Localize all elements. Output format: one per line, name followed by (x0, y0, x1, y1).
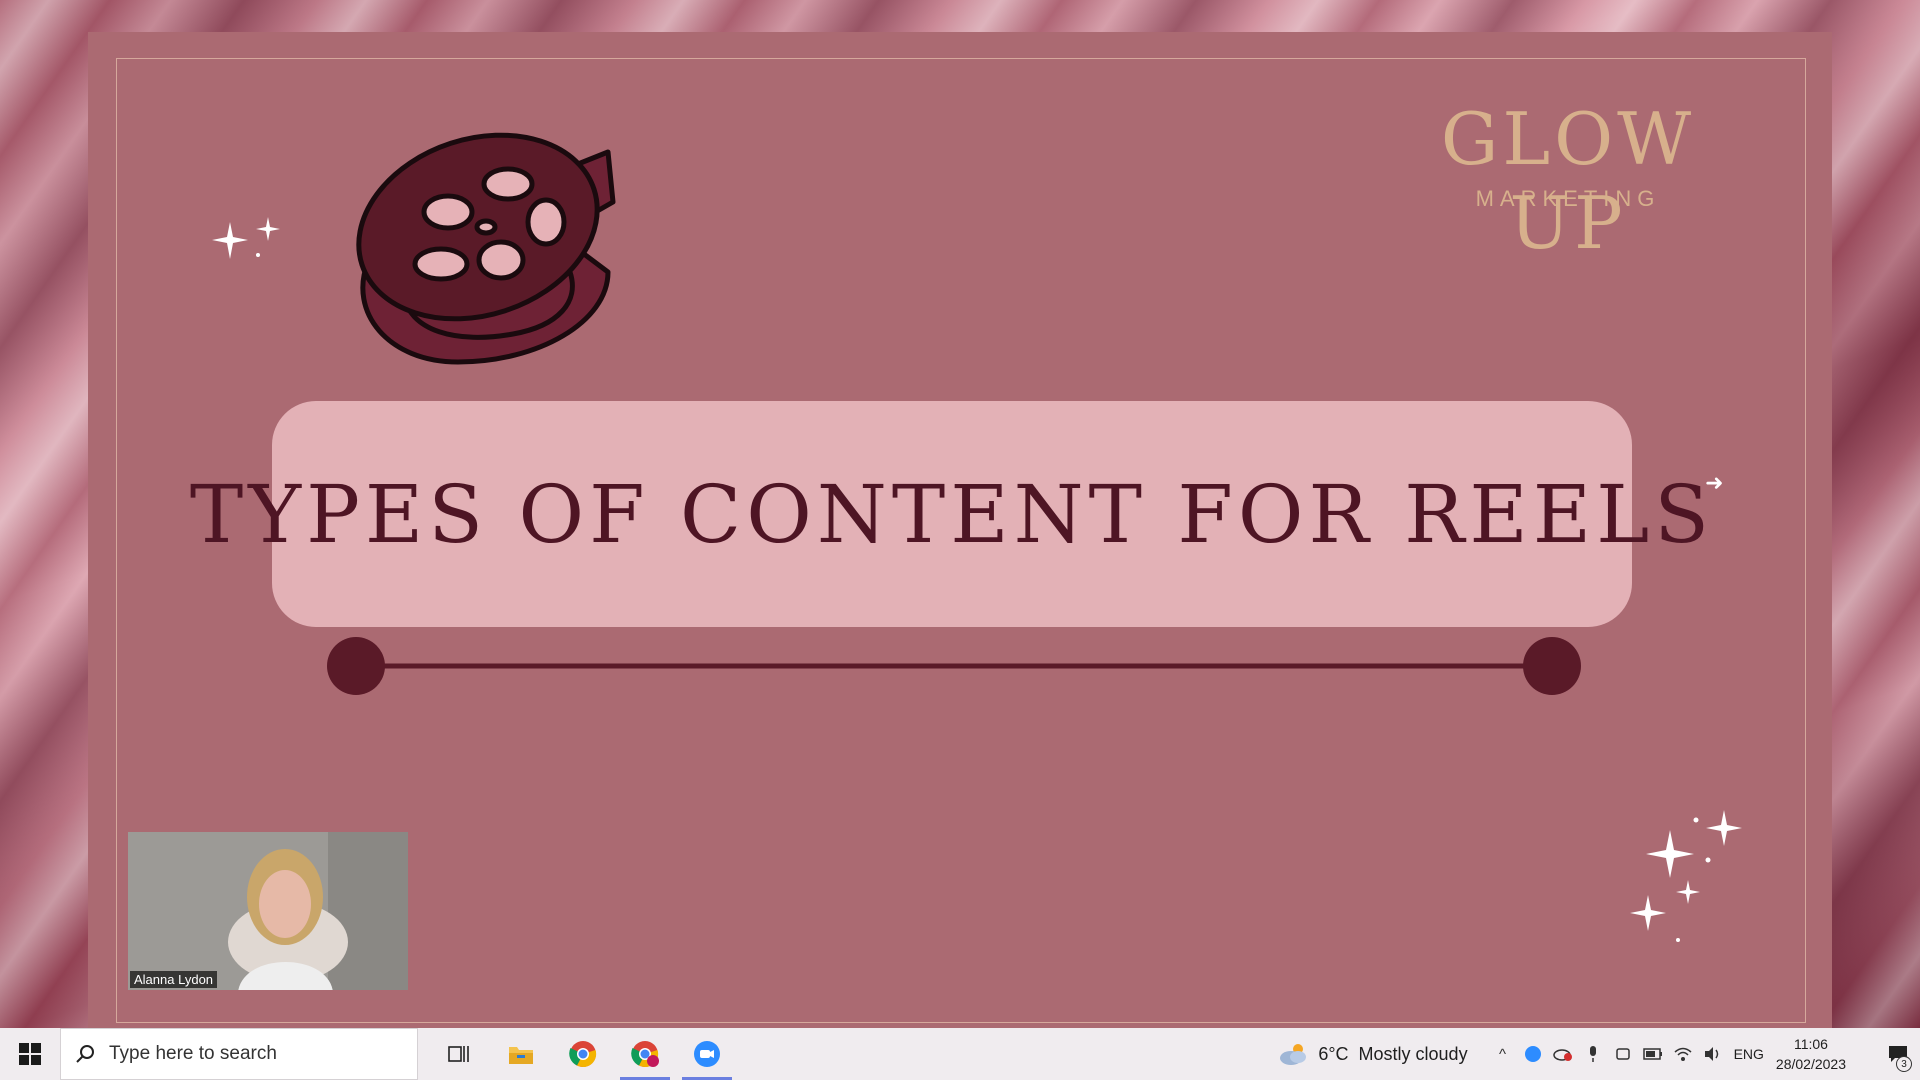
cloud-sync-icon[interactable] (1548, 1028, 1578, 1080)
search-placeholder: Type here to search (109, 1043, 277, 1064)
timeline-connector (327, 637, 1581, 695)
film-reel-icon (356, 132, 616, 365)
participant-avatar (128, 832, 408, 990)
file-explorer-icon (509, 1047, 533, 1064)
file-explorer-button[interactable] (490, 1028, 552, 1080)
clock-date: 28/02/2023 (1775, 1056, 1846, 1072)
notification-count: 3 (1896, 1056, 1912, 1072)
windows-taskbar: Type here to search 6°C Mostly cloudy ^ … (0, 1028, 1920, 1080)
weather-widget[interactable]: 6°C Mostly cloudy (1278, 1041, 1468, 1067)
language-indicator[interactable]: ENG (1734, 1046, 1764, 1062)
cloudy-weather-icon (1280, 1044, 1307, 1065)
taskbar-clock[interactable]: 11:06 28/02/2023 (1776, 1034, 1846, 1074)
chrome-profile-button[interactable] (614, 1028, 676, 1080)
volume-icon[interactable] (1698, 1028, 1728, 1080)
title-banner: TYPES OF CONTENT FOR REELS (190, 401, 1709, 627)
weather-temperature: 6°C (1318, 1043, 1349, 1064)
zoom-button[interactable] (676, 1028, 738, 1080)
task-view-icon (448, 1046, 469, 1062)
search-icon (76, 1045, 94, 1063)
microphone-icon[interactable] (1578, 1028, 1608, 1080)
slide-heading: TYPES OF CONTENT FOR REELS (189, 467, 1715, 561)
battery-icon[interactable] (1638, 1028, 1668, 1080)
participant-video[interactable]: Alanna Lydon (128, 832, 408, 990)
chevron-up-icon[interactable]: ^ (1488, 1028, 1518, 1080)
participant-name: Alanna Lydon (130, 971, 218, 988)
logo-subtitle: MARKETING (1475, 186, 1661, 211)
zoom-tray-icon[interactable] (1518, 1028, 1548, 1080)
chrome-profile-icon (631, 1041, 659, 1068)
start-button[interactable] (0, 1028, 60, 1080)
zoom-icon (694, 1041, 720, 1067)
taskbar-search[interactable]: Type here to search (60, 1028, 418, 1080)
camera-icon[interactable] (1608, 1028, 1638, 1080)
sparkles-icon (1630, 810, 1742, 942)
weather-description: Mostly cloudy (1358, 1043, 1468, 1064)
pointer-arrow-icon: ➜ (1705, 471, 1724, 496)
system-tray: 6°C Mostly cloudy ^ ENG 11:06 28/02/2023 (1278, 1028, 1920, 1080)
task-view-button[interactable] (428, 1028, 490, 1080)
chrome-button[interactable] (552, 1028, 614, 1080)
clock-time: 11:06 (1793, 1036, 1828, 1052)
notifications-button[interactable]: 3 (1876, 1028, 1920, 1080)
chrome-icon (569, 1041, 597, 1068)
wifi-icon[interactable] (1668, 1028, 1698, 1080)
logo-title: GLOW UP (1440, 97, 1696, 265)
windows-logo-icon (19, 1043, 41, 1065)
sparkles-icon (212, 217, 280, 259)
